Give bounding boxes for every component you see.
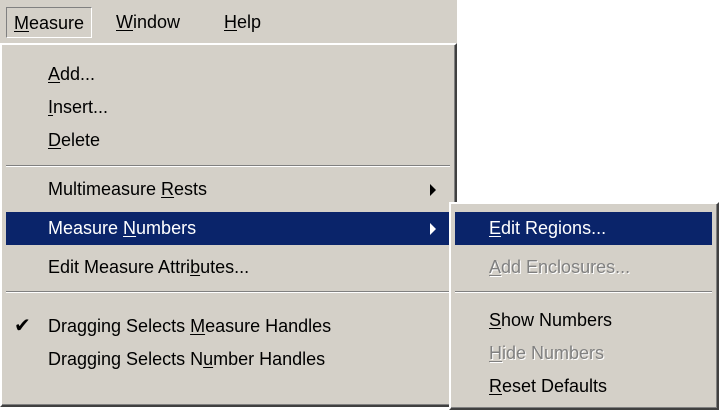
menubar-window-label: indow bbox=[133, 12, 181, 32]
menubar-measure[interactable]: Measure bbox=[6, 7, 93, 38]
menu-item-multimeasure-rests[interactable]: Multimeasure Rests bbox=[6, 173, 450, 206]
menubar-help-label: elp bbox=[237, 12, 262, 32]
menu-item-add[interactable]: Add... bbox=[6, 58, 450, 91]
measure-numbers-submenu: Edit Regions... Add Enclosures... Show N… bbox=[449, 202, 719, 410]
measure-menu: Add... Insert... Delete Multimeasure Res… bbox=[0, 43, 457, 407]
menu-item-label: Delete bbox=[48, 130, 101, 150]
submenu-arrow-icon bbox=[430, 223, 436, 235]
menu-item-label: Edit Measure Attributes... bbox=[48, 257, 250, 277]
menu-item-dragging-selects-measure-handles[interactable]: ✔ Dragging Selects Measure Handles bbox=[6, 310, 450, 343]
menu-item-label: Reset Defaults bbox=[489, 376, 608, 396]
menu-item-label: Insert... bbox=[48, 97, 109, 117]
submenu-item-hide-numbers[interactable]: Hide Numbers bbox=[455, 337, 712, 370]
menu-item-label: Multimeasure Rests bbox=[48, 179, 208, 199]
menu-separator bbox=[455, 291, 712, 293]
menu-item-label: Dragging Selects Measure Handles bbox=[48, 316, 332, 336]
menu-item-measure-numbers[interactable]: Measure Numbers bbox=[6, 212, 450, 245]
menu-item-label: Show Numbers bbox=[489, 310, 613, 330]
submenu-item-edit-regions[interactable]: Edit Regions... bbox=[455, 212, 712, 245]
submenu-item-reset-defaults[interactable]: Reset Defaults bbox=[455, 370, 712, 403]
menu-item-label: Add Enclosures... bbox=[489, 257, 631, 277]
submenu-arrow-icon bbox=[430, 184, 436, 196]
menu-bar: Measure Window Help bbox=[0, 0, 457, 43]
submenu-item-add-enclosures[interactable]: Add Enclosures... bbox=[455, 251, 712, 284]
menubar-measure-label: easure bbox=[29, 13, 85, 33]
menu-item-edit-measure-attributes[interactable]: Edit Measure Attributes... bbox=[6, 251, 450, 284]
menubar-window[interactable]: Window bbox=[109, 7, 187, 38]
menu-item-dragging-selects-number-handles[interactable]: Dragging Selects Number Handles bbox=[6, 343, 450, 376]
menubar-help[interactable]: Help bbox=[217, 7, 268, 38]
menubar-window-accel: W bbox=[116, 12, 133, 32]
menu-item-label: Edit Regions... bbox=[489, 218, 607, 238]
menu-item-label: Dragging Selects Number Handles bbox=[48, 349, 326, 369]
menu-separator bbox=[6, 291, 450, 293]
menu-item-label: Hide Numbers bbox=[489, 343, 605, 363]
submenu-item-show-numbers[interactable]: Show Numbers bbox=[455, 304, 712, 337]
menu-item-delete[interactable]: Delete bbox=[6, 124, 450, 157]
menu-separator bbox=[6, 165, 450, 167]
checkmark-icon: ✔ bbox=[14, 315, 31, 337]
menu-item-label: Measure Numbers bbox=[48, 218, 197, 238]
menubar-help-accel: H bbox=[224, 12, 237, 32]
menu-item-insert[interactable]: Insert... bbox=[6, 91, 450, 124]
menubar-measure-accel: M bbox=[14, 13, 29, 33]
menu-item-label: Add... bbox=[48, 64, 96, 84]
